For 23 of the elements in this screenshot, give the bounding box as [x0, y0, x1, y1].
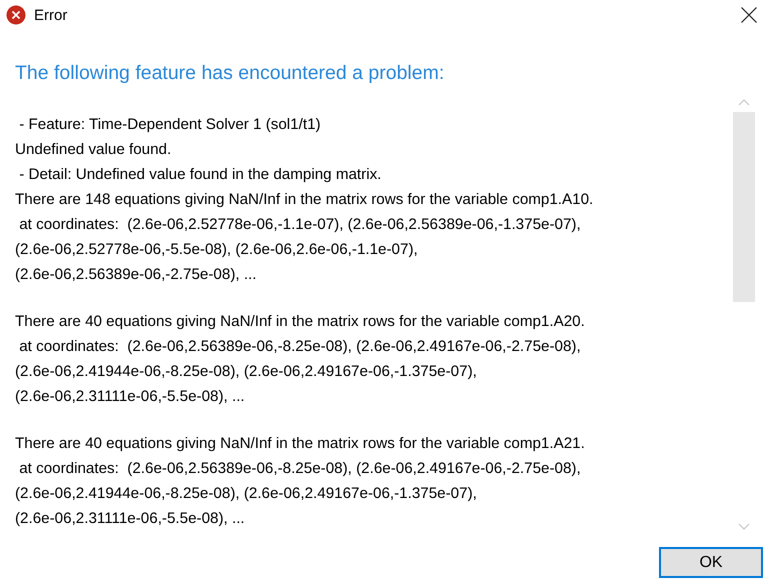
message-line: (2.6e-06,2.31111e-06,-5.5e-08), ... [15, 509, 246, 529]
message-line: (2.6e-06,2.41944e-06,-8.25e-08), (2.6e-06,2.49167e-06,-1.375e-07), [15, 362, 478, 382]
message-line: Undefined value found. [15, 140, 172, 160]
message-line: There are 40 equations giving NaN/Inf in the matrix rows for the variable comp1.A20. [15, 312, 586, 332]
scroll-down-icon[interactable] [738, 523, 750, 531]
message-line: - Detail: Undefined value found in the damping matrix. [18, 165, 382, 185]
message-line: at coordinates: (2.6e-06,2.56389e-06,-8.25e-08), (2.6e-06,2.49167e-06,-2.75e-08), [18, 337, 582, 357]
dialog-heading: The following feature has encountered a problem: [14, 61, 446, 86]
message-line: (2.6e-06,2.56389e-06,-2.75e-08), ... [15, 265, 258, 285]
message-line: - Feature: Time-Dependent Solver 1 (sol1/t1) [18, 115, 322, 135]
message-line: (2.6e-06,2.41944e-06,-8.25e-08), (2.6e-06,2.49167e-06,-1.375e-07), [15, 484, 478, 504]
scroll-up-icon[interactable] [738, 98, 750, 106]
message-line: at coordinates: (2.6e-06,2.56389e-06,-8.25e-08), (2.6e-06,2.49167e-06,-2.75e-08), [18, 459, 582, 479]
message-line: at coordinates: (2.6e-06,2.52778e-06,-1.1e-07), (2.6e-06,2.56389e-06,-1.375e-07), [18, 215, 582, 235]
scrollbar-thumb[interactable] [733, 112, 755, 302]
message-line: (2.6e-06,2.31111e-06,-5.5e-08), ... [15, 387, 246, 407]
ok-button[interactable]: OK [659, 547, 763, 578]
message-line: There are 148 equations giving NaN/Inf in the matrix rows for the variable comp1.A10. [15, 190, 594, 210]
close-icon[interactable] [741, 7, 757, 23]
message-line: There are 40 equations giving NaN/Inf in the matrix rows for the variable comp1.A21. [15, 434, 586, 454]
error-icon [6, 5, 26, 25]
window-title: Error [34, 6, 68, 24]
message-line: (2.6e-06,2.52778e-06,-5.5e-08), (2.6e-06,2.6e-06,-1.1e-07), [15, 240, 419, 260]
